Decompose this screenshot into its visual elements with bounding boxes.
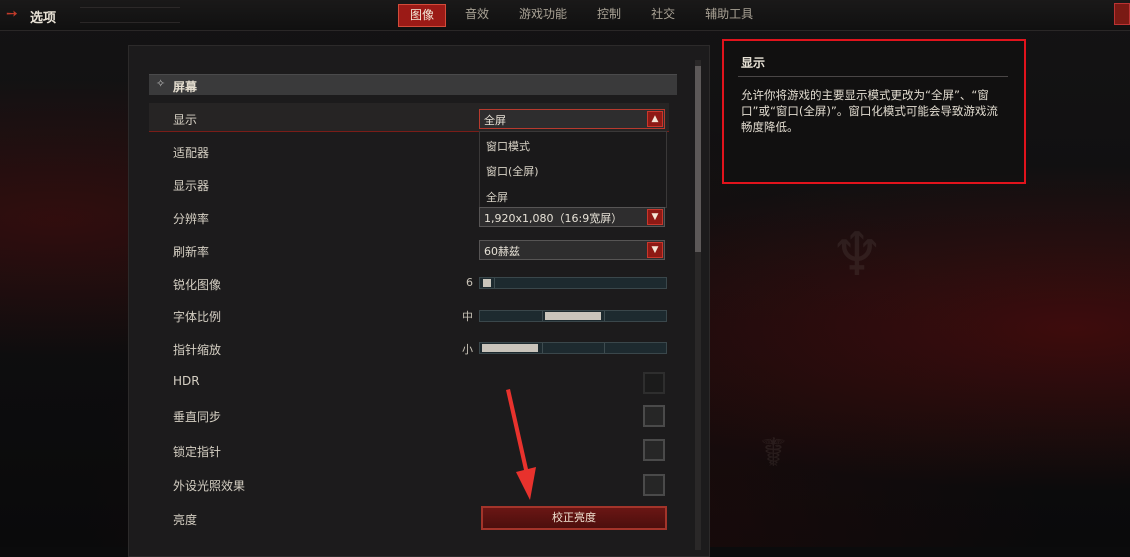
- display-value: 全屏: [484, 114, 506, 127]
- display-label: 显示: [173, 113, 198, 127]
- tab-gameplay[interactable]: 游戏功能: [508, 4, 578, 25]
- monitor-label: 显示器: [173, 179, 210, 193]
- font-scale-value: 中: [462, 310, 473, 323]
- sharpen-slider[interactable]: [479, 277, 667, 289]
- settings-scrollbar[interactable]: [695, 60, 701, 550]
- dropdown-up-arrow-icon[interactable]: ▲: [647, 111, 663, 127]
- resolution-dropdown[interactable]: 1,920x1,080（16:9宽屏） ▼: [479, 207, 665, 227]
- decorative-rune-2: ☤: [760, 430, 787, 476]
- display-option-windowed[interactable]: 窗口模式: [486, 138, 530, 154]
- refresh-rate-label: 刷新率: [173, 245, 210, 259]
- font-scale-slider[interactable]: [479, 310, 667, 322]
- scrollbar-thumb[interactable]: [695, 66, 701, 252]
- display-dropdown-menu: 窗口模式 窗口(全屏) 全屏: [479, 131, 667, 208]
- calibrate-brightness-button[interactable]: 校正亮度: [481, 506, 667, 530]
- annotation-arrow-icon: [506, 389, 536, 500]
- info-divider: [738, 76, 1008, 77]
- peripheral-lighting-label: 外设光照效果: [173, 479, 246, 493]
- tab-controls[interactable]: 控制: [586, 4, 632, 25]
- sharpen-slider-fill: [483, 279, 491, 287]
- sharpen-value: 6: [466, 276, 473, 289]
- resolution-value: 1,920x1,080（16:9宽屏）: [484, 212, 623, 225]
- font-scale-slider-fill: [545, 312, 601, 320]
- slider-tick: [542, 311, 543, 321]
- info-title: 显示: [741, 56, 766, 70]
- section-label: 屏幕: [173, 80, 198, 94]
- slider-tick: [494, 278, 495, 288]
- close-icon[interactable]: [1114, 3, 1130, 25]
- font-scale-label: 字体比例: [173, 310, 222, 324]
- display-option-fullscreen[interactable]: 全屏: [486, 189, 508, 205]
- cursor-scale-slider-fill: [482, 344, 538, 352]
- hdr-checkbox[interactable]: [643, 372, 665, 394]
- slider-tick: [604, 343, 605, 353]
- refresh-rate-value: 60赫兹: [484, 245, 520, 258]
- display-option-windowed-fullscreen[interactable]: 窗口(全屏): [486, 163, 539, 179]
- cursor-scale-value: 小: [462, 343, 473, 356]
- peripheral-lighting-checkbox[interactable]: [643, 474, 665, 496]
- info-panel: 显示 允许你将游戏的主要显示模式更改为“全屏”、“窗口”或“窗口(全屏)”。窗口…: [722, 39, 1026, 184]
- section-header-screen[interactable]: ✧ 屏幕: [149, 74, 677, 95]
- dropdown-down-arrow-icon[interactable]: ▼: [647, 242, 663, 258]
- decorative-rune: ♆: [830, 220, 884, 290]
- vsync-label: 垂直同步: [173, 410, 222, 424]
- refresh-rate-dropdown[interactable]: 60赫兹 ▼: [479, 240, 665, 260]
- brightness-label: 亮度: [173, 513, 198, 527]
- dropdown-down-arrow-icon[interactable]: ▼: [647, 209, 663, 225]
- tab-graphics[interactable]: 图像: [398, 4, 447, 27]
- lock-cursor-checkbox[interactable]: [643, 439, 665, 461]
- cursor-scale-slider[interactable]: [479, 342, 667, 354]
- back-arrow-icon[interactable]: ➙: [6, 6, 24, 22]
- display-dropdown[interactable]: 全屏 ▲: [479, 109, 665, 129]
- lock-cursor-label: 锁定指针: [173, 445, 222, 459]
- tab-sound[interactable]: 音效: [454, 4, 500, 25]
- settings-panel: ✧ 屏幕 显示 全屏 ▲ 窗口模式 窗口(全屏) 全屏 适配器 显示器 分辨率 …: [128, 45, 710, 557]
- section-diamond-icon: ✧: [156, 77, 166, 90]
- tab-social[interactable]: 社交: [640, 4, 686, 25]
- title-ornament: [80, 7, 180, 23]
- tab-accessibility[interactable]: 辅助工具: [694, 4, 764, 25]
- hdr-label: HDR: [173, 374, 200, 388]
- resolution-label: 分辨率: [173, 212, 210, 226]
- info-description: 允许你将游戏的主要显示模式更改为“全屏”、“窗口”或“窗口(全屏)”。窗口化模式…: [741, 88, 998, 134]
- vsync-checkbox[interactable]: [643, 405, 665, 427]
- app-title: 选项: [30, 11, 57, 26]
- cursor-scale-label: 指针缩放: [173, 343, 222, 357]
- slider-tick: [604, 311, 605, 321]
- tab-bar: 图像 音效 游戏功能 控制 社交 辅助工具: [398, 4, 772, 27]
- adapter-label: 适配器: [173, 146, 210, 160]
- sharpen-label: 锐化图像: [173, 278, 222, 292]
- top-bar: ➙ 选项 图像 音效 游戏功能 控制 社交 辅助工具: [0, 0, 1130, 31]
- slider-tick: [542, 343, 543, 353]
